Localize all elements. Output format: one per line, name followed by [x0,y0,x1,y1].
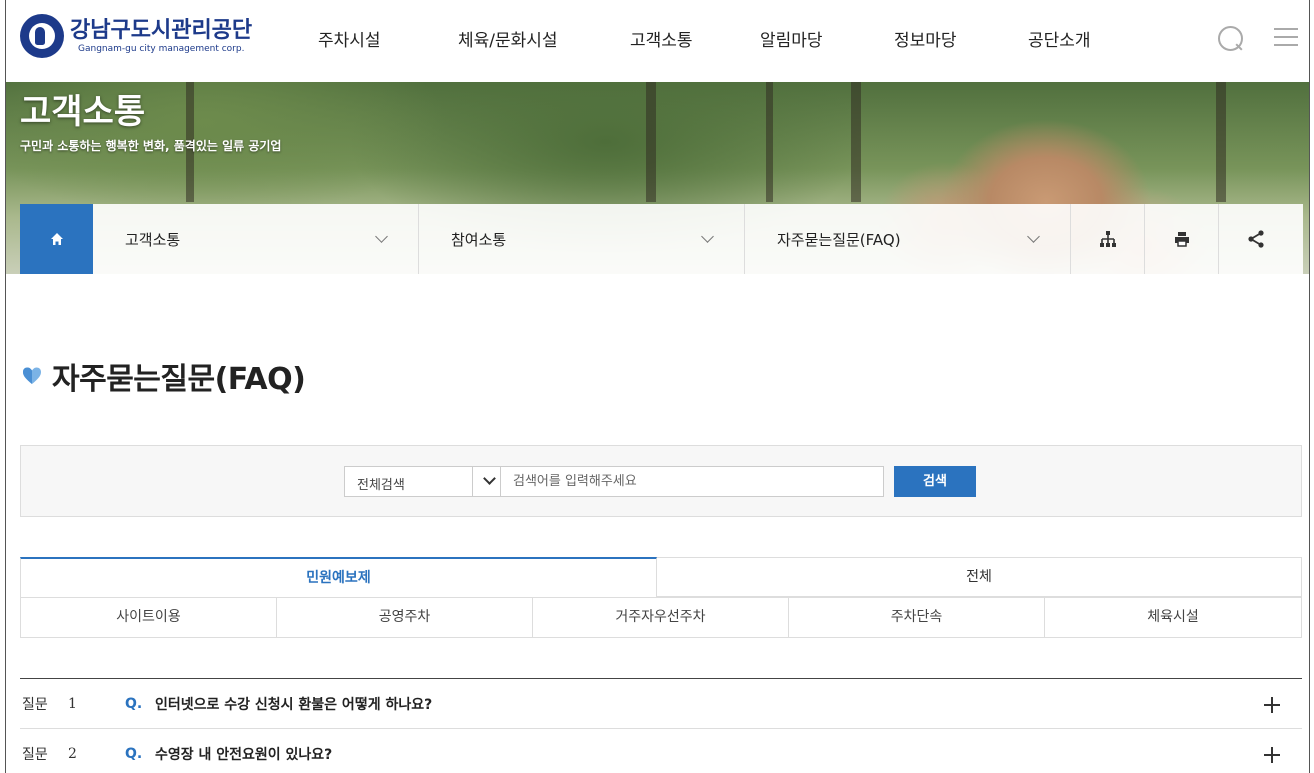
nav-sports-culture[interactable]: 체육/문화시설 [458,26,630,51]
sitemap-icon [1099,231,1116,247]
nav-parking[interactable]: 주차시설 [318,26,458,51]
hamburger-menu-icon[interactable] [1274,28,1298,48]
location-depth2-dropdown[interactable]: 참여소통 [419,204,745,274]
faq-list: 질문 1 Q. 인터넷으로 수강 신청시 환불은 어떻게 하나요? 질문 2 Q… [20,678,1302,773]
tab-all[interactable]: 전체 [657,557,1302,597]
faq-question-text[interactable]: 인터넷으로 수강 신청시 환불은 어떻게 하나요? [155,694,432,714]
faq-item-label: 질문 [22,746,48,763]
search-button[interactable]: 검색 [894,466,976,497]
expand-plus-icon[interactable] [1264,697,1280,713]
print-button[interactable] [1145,204,1219,274]
nav-about[interactable]: 공단소개 [1028,26,1128,51]
chevron-down-icon [1027,229,1040,243]
site-header: 강남구도시관리공단 Gangnam-gu city management cor… [6,0,1309,82]
faq-item[interactable]: 질문 1 Q. 인터넷으로 수강 신청시 환불은 어떻게 하나요? [20,679,1302,729]
site-logo[interactable]: 강남구도시관리공단 Gangnam-gu city management cor… [20,14,252,58]
tab-sports-facility[interactable]: 체육시설 [1045,598,1301,637]
faq-item-number: 1 [68,695,77,712]
faq-question-text[interactable]: 수영장 내 안전요원이 있나요? [155,744,332,764]
logo-korean-name: 강남구도시관리공단 [70,17,253,43]
page-title: 자주묻는질문(FAQ) [22,354,306,398]
nav-notice[interactable]: 알림마당 [760,26,894,51]
sitemap-button[interactable] [1071,204,1145,274]
search-input[interactable]: 검색어를 입력해주세요 [500,466,884,497]
nav-info[interactable]: 정보마당 [894,26,1028,51]
hero-banner: 고객소통 구민과 소통하는 행복한 변화, 품격있는 일류 공기업 고객소통 참… [6,82,1309,274]
faq-item-label: 질문 [22,696,48,713]
chevron-down-icon [375,229,388,243]
share-button[interactable] [1219,204,1293,274]
faq-item[interactable]: 질문 2 Q. 수영장 내 안전요원이 있나요? [20,729,1302,773]
tab-site-usage[interactable]: 사이트이용 [21,598,277,637]
location-bar: 고객소통 참여소통 자주묻는질문(FAQ) [20,204,1303,274]
tab-complaint-forecast[interactable]: 민원예보제 [20,557,657,597]
tab-public-parking[interactable]: 공영주차 [277,598,533,637]
tab-resident-parking[interactable]: 거주자우선주차 [533,598,789,637]
search-scope-select[interactable]: 전체검색 [344,466,507,497]
share-icon [1248,230,1264,248]
home-button[interactable] [20,204,93,274]
logo-english-name: Gangnam-gu city management corp. [78,43,245,54]
location-depth1-dropdown[interactable]: 고객소통 [93,204,419,274]
page-title-text: 자주묻는질문(FAQ) [52,362,306,397]
chevron-down-icon [701,229,714,243]
logo-emblem-icon [20,14,64,58]
question-mark-label: Q. [125,695,143,712]
search-icon[interactable] [1216,24,1244,52]
question-mark-label: Q. [125,745,143,762]
nav-customer[interactable]: 고객소통 [630,26,760,51]
faq-category-tabs: 민원예보제 전체 사이트이용 공영주차 거주자우선주차 주차단속 체육시설 [20,557,1302,638]
print-icon [1174,232,1189,247]
heart-bullet-icon [23,367,41,384]
faq-search-panel: 전체검색 검색어를 입력해주세요 검색 [20,445,1302,517]
banner-subtitle: 구민과 소통하는 행복한 변화, 품격있는 일류 공기업 [20,139,282,153]
main-nav: 주차시설 체육/문화시설 고객소통 알림마당 정보마당 공단소개 [318,26,1128,51]
location-depth3-dropdown[interactable]: 자주묻는질문(FAQ) [745,204,1071,274]
banner-title: 고객소통 [20,92,146,132]
page-frame: 강남구도시관리공단 Gangnam-gu city management cor… [5,0,1310,773]
faq-item-number: 2 [68,745,77,762]
tab-parking-enforcement[interactable]: 주차단속 [789,598,1045,637]
expand-plus-icon[interactable] [1264,747,1280,763]
home-icon [50,233,63,245]
